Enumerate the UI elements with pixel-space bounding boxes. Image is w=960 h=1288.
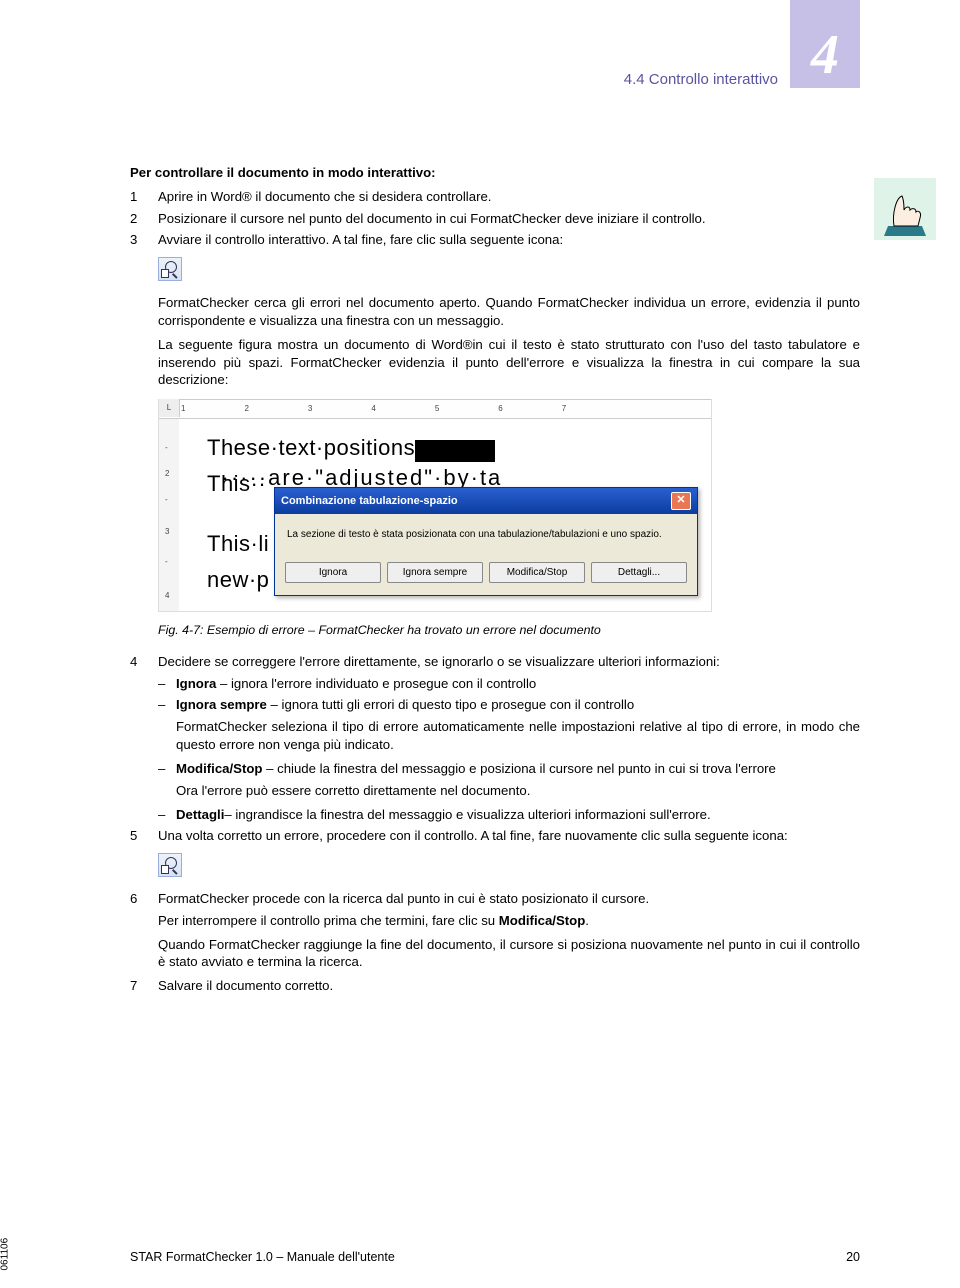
figure-caption: Fig. 4-7: Esempio di errore – FormatChec… [158, 622, 860, 639]
step-3: 3 Avviare il controllo interattivo. A ta… [130, 231, 860, 249]
ruler-mark: 1 [181, 404, 185, 415]
document-code: 061106 [0, 1237, 12, 1270]
step-7: 7 Salvare il documento corretto. [130, 977, 860, 995]
step-text: Una volta corretto un errore, procedere … [158, 827, 860, 845]
bullet-ignora-sempre: – Ignora sempre – ignora tutti gli error… [158, 696, 860, 714]
intro-title: Per controllare il documento in modo int… [130, 164, 860, 182]
step-4: 4 Decidere se correggere l'errore dirett… [130, 653, 860, 671]
error-dialog: Combinazione tabulazione-spazio ✕ La sez… [274, 487, 698, 596]
text-fragment: . [585, 913, 589, 928]
vruler-tick: 2 [165, 469, 169, 480]
step-number: 1 [130, 188, 158, 206]
bullet-marker: – [158, 675, 176, 693]
magnifier-doc-icon [158, 257, 182, 281]
paragraph: Quando FormatChecker raggiunge la fine d… [158, 936, 860, 972]
ignora-button[interactable]: Ignora [285, 562, 381, 584]
bullet-subtext: Ora l'errore può essere corretto diretta… [176, 782, 860, 800]
dialog-button-row: Ignora Ignora sempre Modifica/Stop Detta… [275, 554, 697, 596]
bullet-label: Dettagli [176, 807, 224, 822]
step-number: 4 [130, 653, 158, 671]
modifica-stop-button[interactable]: Modifica/Stop [489, 562, 585, 584]
vruler-tick: - [165, 495, 168, 506]
bullet-dettagli: – Dettagli– ingrandisce la finestra del … [158, 806, 860, 824]
step-text: Salvare il documento corretto. [158, 977, 860, 995]
ruler-mark: 7 [562, 404, 566, 415]
vruler-tick: 3 [165, 527, 169, 538]
step-text: Aprire in Word® il documento che si desi… [158, 188, 860, 206]
page-number: 20 [846, 1249, 860, 1266]
footer-title: STAR FormatChecker 1.0 – Manuale dell'ut… [130, 1249, 395, 1266]
doc-text-line: This·li [207, 529, 269, 559]
ruler-mark: 3 [308, 404, 312, 415]
vruler-tick: 4 [165, 591, 169, 602]
document-area: - 2 - 3 - 4 These·text·positions→·····ar… [159, 419, 711, 611]
bullet-label: Ignora [176, 676, 216, 691]
section-title: 4.4 Controllo interattivo [130, 28, 860, 90]
step-number: 3 [130, 231, 158, 249]
dialog-title-text: Combinazione tabulazione-spazio [281, 494, 458, 509]
ruler-mark: 4 [371, 404, 375, 415]
bullet-label: Modifica/Stop [176, 761, 262, 776]
bullet-marker: – [158, 696, 176, 714]
step-2: 2 Posizionare il cursore nel punto del d… [130, 210, 860, 228]
ruler-mark: 2 [244, 404, 248, 415]
ruler-mark: 5 [435, 404, 439, 415]
highlighted-error [415, 440, 495, 462]
paragraph: La seguente figura mostra un documento d… [158, 336, 860, 389]
doc-text-line: new·p [207, 565, 269, 595]
bullet-text: – chiude la finestra del messaggio e pos… [262, 761, 775, 776]
doc-text-line: These·text·positions→·····are·"adjusted"… [207, 433, 711, 492]
bullet-subtext: FormatChecker seleziona il tipo di error… [176, 718, 860, 754]
page: 4 4.4 Controllo interattivo Per controll… [0, 0, 960, 1288]
hand-cursor-icon [874, 178, 936, 240]
bullet-ignora: – Ignora – ignora l'errore individuato e… [158, 675, 860, 693]
horizontal-ruler: L 1 2 3 4 5 6 7 [159, 399, 711, 419]
text-bold: Modifica/Stop [499, 913, 585, 928]
step-number: 2 [130, 210, 158, 228]
step-number: 7 [130, 977, 158, 995]
text-fragment: These·text·positions [207, 435, 415, 460]
dialog-message: La sezione di testo è stata posizionata … [275, 514, 697, 554]
bullet-marker: – [158, 806, 176, 824]
vruler-tick: - [165, 443, 168, 454]
bullet-modifica: – Modifica/Stop – chiude la finestra del… [158, 760, 860, 778]
bullet-text: – ignora tutti gli errori di questo tipo… [267, 697, 634, 712]
text-fragment: Per interrompere il controllo prima che … [158, 913, 499, 928]
ruler-mark: 6 [498, 404, 502, 415]
figure-screenshot: L 1 2 3 4 5 6 7 - 2 - 3 - 4 These·text·p… [158, 399, 712, 612]
bullet-text: – ingrandisce la finestra del messaggio … [224, 807, 710, 822]
page-footer: STAR FormatChecker 1.0 – Manuale dell'ut… [130, 1249, 860, 1266]
ruler-corner: L [159, 399, 180, 417]
bullet-text: – ignora l'errore individuato e prosegue… [216, 676, 536, 691]
step-text: Avviare il controllo interattivo. A tal … [158, 231, 860, 249]
close-icon[interactable]: ✕ [671, 492, 691, 510]
page-header: 4 4.4 Controllo interattivo [130, 28, 860, 124]
dialog-titlebar: Combinazione tabulazione-spazio ✕ [275, 488, 697, 514]
dettagli-button[interactable]: Dettagli... [591, 562, 687, 584]
bullet-label: Ignora sempre [176, 697, 267, 712]
step-1: 1 Aprire in Word® il documento che si de… [130, 188, 860, 206]
paragraph: FormatChecker cerca gli errori nel docum… [158, 294, 860, 330]
step-text: Decidere se correggere l'errore direttam… [158, 653, 860, 671]
magnifier-doc-icon [158, 853, 182, 877]
bullet-marker: – [158, 760, 176, 778]
step-text: Posizionare il cursore nel punto del doc… [158, 210, 860, 228]
step-5: 5 Una volta corretto un errore, proceder… [130, 827, 860, 845]
step-number: 5 [130, 827, 158, 845]
ignora-sempre-button[interactable]: Ignora sempre [387, 562, 483, 584]
step-6: 6 FormatChecker procede con la ricerca d… [130, 890, 860, 908]
vruler-tick: - [165, 557, 168, 568]
tab-arrow-icon: → [131, 470, 146, 486]
step-text: FormatChecker procede con la ricerca dal… [158, 890, 860, 908]
step-number: 6 [130, 890, 158, 908]
doc-text-line: This·· [207, 469, 266, 499]
chapter-badge: 4 [790, 0, 860, 88]
paragraph: Per interrompere il controllo prima che … [158, 912, 860, 930]
